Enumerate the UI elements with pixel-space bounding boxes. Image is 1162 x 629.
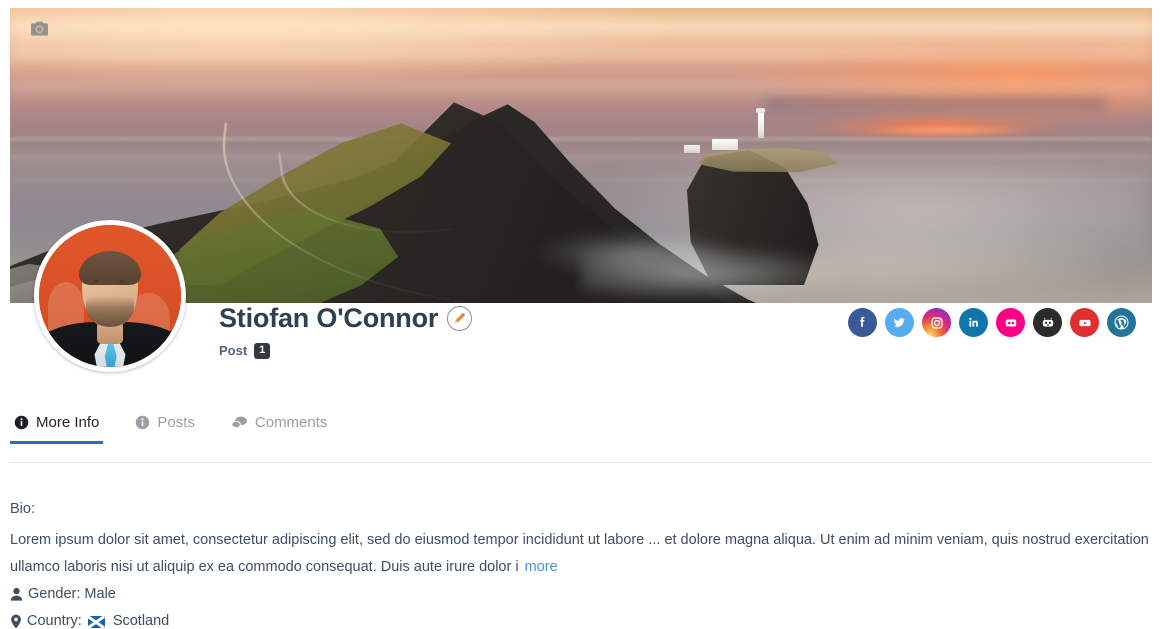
social-link-wordpress[interactable] (1107, 308, 1136, 337)
pencil-icon (454, 312, 466, 324)
profile-tabs: More Info Posts Comments (10, 410, 1152, 444)
more-info-panel: Bio: Lorem ipsum dolor sit amet, consect… (10, 496, 1152, 629)
cover-lighthouse-lamp (755, 107, 765, 113)
twitter-icon (893, 318, 905, 328)
tab-label: Posts (157, 414, 195, 431)
cover-foam (535, 232, 741, 274)
social-link-github[interactable] (1033, 308, 1062, 337)
cover-lighthouse-building (683, 144, 700, 153)
cover-cloud (10, 43, 1152, 65)
edit-profile-button[interactable] (447, 306, 473, 331)
cover-sea-streak (10, 155, 1152, 158)
tab-comments[interactable]: Comments (227, 410, 332, 444)
social-link-linkedin[interactable] (959, 308, 988, 337)
cover-lighthouse (758, 111, 764, 138)
country-row: Country: Scotland (10, 608, 1152, 629)
post-count-row: Post 1 (219, 343, 472, 359)
user-icon (10, 587, 23, 601)
social-links (848, 308, 1136, 337)
tab-more-info[interactable]: More Info (10, 410, 104, 444)
camera-icon[interactable] (30, 20, 49, 37)
cover-lighthouse-building (712, 138, 739, 150)
info-circle-icon (14, 415, 29, 430)
gender-label: Gender: Male (28, 586, 116, 602)
comments-icon (231, 416, 247, 430)
bio-more-link[interactable]: more (525, 559, 558, 575)
social-link-facebook[interactable] (848, 308, 877, 337)
bio-label: Bio: (10, 501, 35, 517)
post-count-badge: 1 (254, 343, 271, 359)
content-divider (10, 462, 1152, 463)
avatar[interactable] (34, 220, 186, 372)
social-link-flickr[interactable] (996, 308, 1025, 337)
map-marker-icon (11, 614, 21, 629)
profile-page: Stiofan O'Connor Post 1 More Info Posts … (0, 0, 1162, 629)
social-link-instagram[interactable] (922, 308, 951, 337)
country-label: Country: (27, 613, 82, 629)
page-title: Stiofan O'Connor (219, 303, 439, 333)
cover-cloud (10, 78, 1152, 97)
tab-label: More Info (36, 414, 100, 431)
gender-row: Gender: Male (10, 581, 1152, 608)
post-label: Post (219, 343, 248, 359)
wordpress-icon (1114, 315, 1129, 330)
cover-photo-image (10, 8, 1152, 303)
cover-cloud (10, 13, 1152, 44)
bio-text: Lorem ipsum dolor sit amet, consectetur … (10, 532, 1149, 575)
country-value: Scotland (112, 613, 170, 629)
linkedin-icon (969, 317, 978, 327)
info-circle-icon (136, 415, 150, 430)
name-row: Stiofan O'Connor (219, 303, 473, 333)
tab-label: Comments (254, 414, 328, 431)
cover-horizon (10, 137, 1152, 140)
cover-sunset-glow (855, 126, 1038, 135)
identity-block: Stiofan O'Connor Post 1 (219, 303, 473, 359)
cover-photo-container (10, 8, 1152, 303)
instagram-icon (930, 316, 943, 329)
social-link-twitter[interactable] (885, 308, 914, 337)
github-icon (1042, 317, 1053, 327)
youtube-icon (1078, 319, 1091, 326)
facebook-icon (860, 316, 865, 327)
scotland-flag-icon (87, 615, 105, 628)
bio-text-block: Lorem ipsum dolor sit amet, consectetur … (10, 527, 1152, 581)
flickr-icon (1005, 319, 1016, 326)
social-link-youtube[interactable] (1070, 308, 1099, 337)
tab-posts[interactable]: Posts (131, 410, 199, 444)
